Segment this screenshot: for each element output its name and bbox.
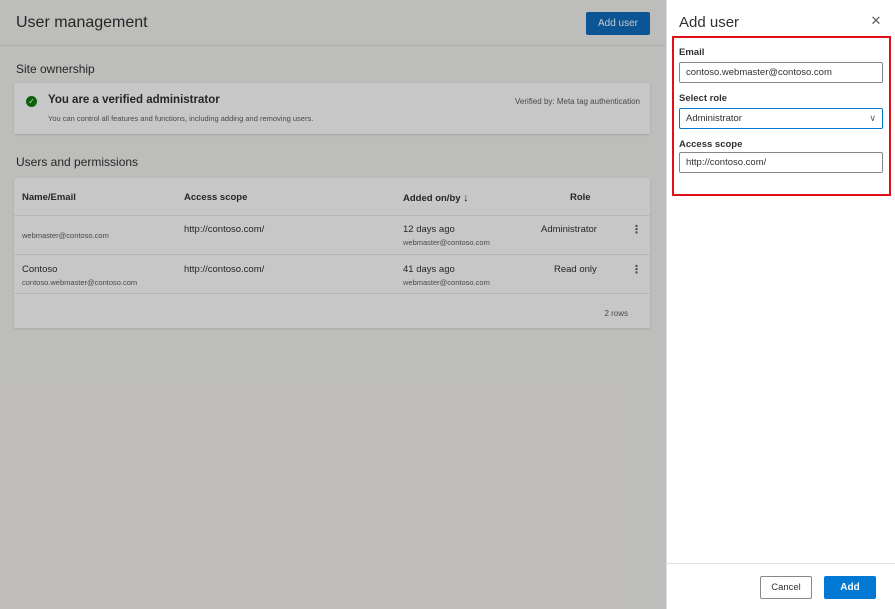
cancel-button[interactable]: Cancel — [760, 576, 812, 599]
email-field[interactable]: contoso.webmaster@contoso.com — [679, 62, 883, 83]
sort-down-icon: ↓ — [463, 192, 469, 204]
email-label: Email — [679, 47, 705, 58]
verified-title: You are a verified administrator — [48, 94, 220, 106]
scope-field[interactable]: http://contoso.com/ — [679, 152, 883, 173]
ownership-card: ✓ You are a verified administrator You c… — [14, 83, 650, 134]
row-added: 41 days ago — [403, 264, 455, 275]
table-row[interactable]: webmaster@contoso.com http://contoso.com… — [14, 216, 650, 255]
background-page: User management Add user Site ownership … — [0, 0, 666, 609]
page-title: User management — [16, 14, 148, 31]
check-circle-icon: ✓ — [26, 96, 37, 107]
panel-footer: Cancel Add — [667, 563, 895, 609]
table-header: Name/Email Access scope Added on/by ↓ Ro… — [14, 178, 650, 216]
users-permissions-title: Users and permissions — [16, 155, 139, 169]
row-email: contoso.webmaster@contoso.com — [22, 278, 138, 287]
close-icon[interactable]: ✕ — [869, 14, 883, 28]
chevron-down-icon: ∨ — [869, 113, 876, 123]
role-value: Administrator — [686, 113, 742, 124]
verified-by: Verified by: Meta tag authentication — [515, 97, 640, 106]
role-label: Select role — [679, 93, 728, 104]
column-header-scope[interactable]: Access scope — [184, 192, 247, 203]
row-added-by: webmaster@contoso.com — [403, 278, 490, 287]
more-options-icon[interactable]: ⋮ — [631, 263, 642, 276]
site-ownership-title: Site ownership — [16, 62, 95, 76]
row-email: webmaster@contoso.com — [22, 231, 109, 240]
row-scope: http://contoso.com/ — [184, 264, 265, 275]
add-button[interactable]: Add — [824, 576, 876, 599]
page-header: User management Add user — [0, 0, 666, 46]
more-options-icon[interactable]: ⋮ — [631, 223, 642, 236]
table-row[interactable]: Contoso contoso.webmaster@contoso.com ht… — [14, 255, 650, 294]
row-scope: http://contoso.com/ — [184, 224, 265, 235]
role-select[interactable]: Administrator ∨ — [679, 108, 883, 129]
column-header-added[interactable]: Added on/by ↓ — [403, 192, 469, 204]
column-header-role[interactable]: Role — [570, 192, 591, 203]
row-count: 2 rows — [604, 309, 628, 318]
row-role: Administrator — [541, 224, 597, 235]
verified-subtitle: You can control all features and functio… — [48, 114, 314, 123]
panel-title: Add user — [679, 14, 740, 31]
add-user-button[interactable]: Add user — [586, 12, 650, 35]
column-header-name[interactable]: Name/Email — [22, 192, 76, 203]
scope-label: Access scope — [679, 139, 743, 150]
row-added: 12 days ago — [403, 224, 455, 235]
users-table: Name/Email Access scope Added on/by ↓ Ro… — [14, 178, 650, 328]
row-added-by: webmaster@contoso.com — [403, 238, 490, 247]
add-user-panel: Add user ✕ Email contoso.webmaster@conto… — [666, 0, 895, 609]
row-name: Contoso — [22, 264, 58, 275]
row-role: Read only — [554, 264, 597, 275]
